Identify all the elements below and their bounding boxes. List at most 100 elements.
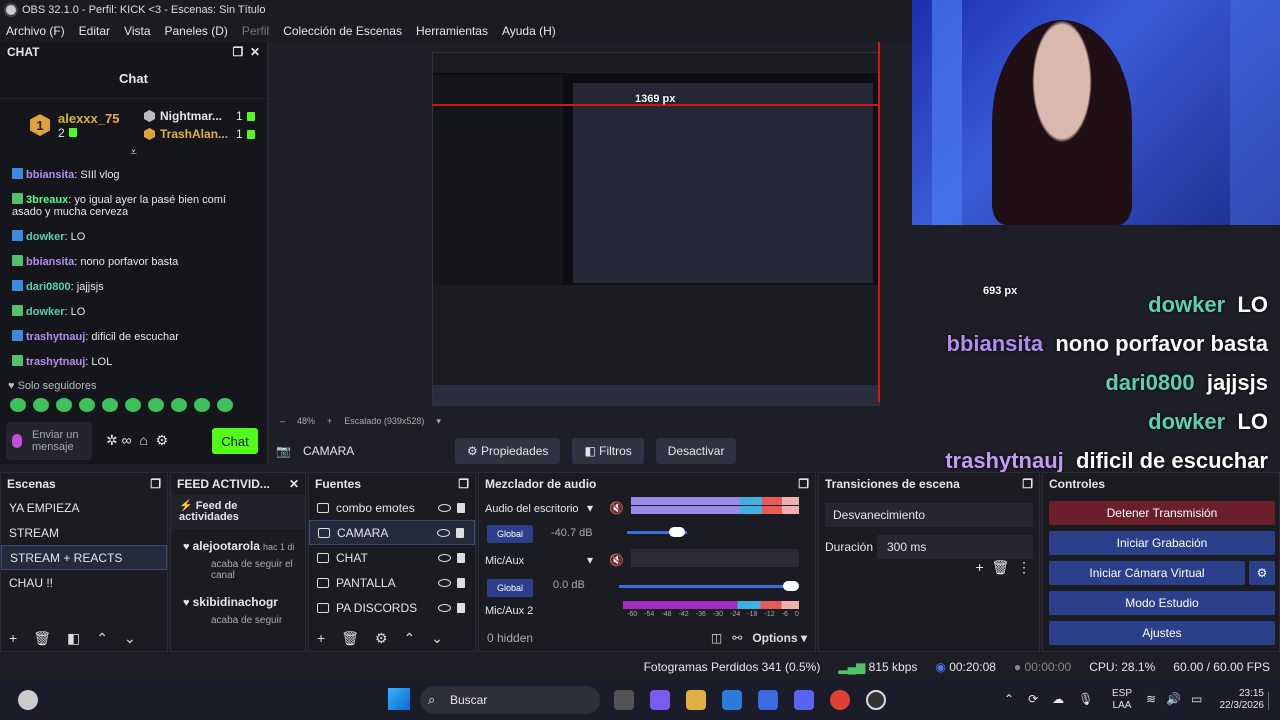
float-icon[interactable]: ❐: [233, 45, 244, 59]
emote-icon[interactable]: [10, 398, 26, 412]
chat-username[interactable]: dowker: [26, 306, 65, 318]
chrome-icon[interactable]: [830, 690, 850, 710]
word-icon[interactable]: [758, 690, 778, 710]
float-icon[interactable]: ❐: [458, 477, 469, 491]
chevron-up-icon[interactable]: ⌃: [1004, 692, 1028, 706]
cloud-icon[interactable]: ☁: [1052, 692, 1078, 706]
virtual-camera-button[interactable]: Iniciar Cámara Virtual: [1049, 561, 1245, 585]
chevron-down-icon[interactable]: ▾: [436, 416, 441, 427]
source-item[interactable]: PANTALLA: [309, 570, 475, 595]
store-icon[interactable]: ⌂: [139, 432, 147, 448]
lock-icon[interactable]: [456, 527, 464, 538]
infinity-icon[interactable]: ∞: [122, 432, 132, 448]
eye-icon[interactable]: [438, 603, 451, 612]
chevron-down-icon[interactable]: ▾: [587, 501, 593, 515]
global-button[interactable]: Global: [487, 579, 534, 597]
chat-username[interactable]: trashytnauj: [26, 356, 85, 368]
discord-icon[interactable]: [794, 690, 814, 710]
language-indicator[interactable]: ESP LAA: [1112, 688, 1132, 712]
chat-username[interactable]: dari0800: [26, 281, 71, 293]
clock[interactable]: 23:15 22/3/2026: [1208, 688, 1265, 712]
settings-button[interactable]: Ajustes: [1049, 621, 1275, 645]
up-icon[interactable]: ⌃: [404, 630, 416, 647]
emote-icon[interactable]: [217, 398, 233, 412]
scene-item[interactable]: CHAU !!: [1, 570, 167, 595]
menu-ayuda[interactable]: Ayuda (H): [502, 24, 556, 38]
emote-icon[interactable]: [79, 398, 95, 412]
chat-input[interactable]: Enviar un mensaje: [6, 422, 92, 460]
float-icon[interactable]: ❐: [150, 477, 161, 491]
add-icon[interactable]: +: [9, 630, 17, 646]
menu-perfil[interactable]: Perfil: [242, 24, 269, 38]
emote-icon[interactable]: [171, 398, 187, 412]
trash-icon[interactable]: 🗑: [33, 630, 51, 647]
leader-name[interactable]: alexxx_75: [58, 111, 119, 126]
folder-icon[interactable]: [686, 690, 706, 710]
zoom-out-button[interactable]: –: [280, 416, 285, 426]
source-item-selected[interactable]: CAMARA: [309, 520, 475, 545]
filter-icon[interactable]: ◧: [67, 630, 80, 647]
add-icon[interactable]: +: [317, 630, 325, 646]
eye-icon[interactable]: [437, 528, 450, 537]
eye-icon[interactable]: [438, 503, 451, 512]
emote-picker-icon[interactable]: ✲: [106, 432, 118, 448]
lock-icon[interactable]: [457, 502, 465, 513]
mic-icon[interactable]: 🎙: [1078, 692, 1107, 706]
menu-vista[interactable]: Vista: [124, 24, 150, 38]
gear-icon[interactable]: ⚙: [375, 630, 388, 647]
volume-slider-handle[interactable]: [783, 581, 799, 591]
chat-username[interactable]: bbiansita: [26, 256, 74, 268]
lock-icon[interactable]: [457, 602, 465, 613]
emote-icon[interactable]: [102, 398, 118, 412]
sync-icon[interactable]: ⟳: [1028, 692, 1052, 706]
mute-icon[interactable]: 🔇: [609, 501, 624, 515]
options-button[interactable]: Options ▾: [752, 631, 807, 645]
windows-start-icon[interactable]: [388, 688, 410, 710]
emote-icon[interactable]: [148, 398, 164, 412]
hidden-count[interactable]: 0 hidden: [487, 631, 533, 645]
eye-icon[interactable]: [438, 553, 451, 562]
task-view-icon[interactable]: [614, 690, 634, 710]
source-item[interactable]: PA DISCORDS: [309, 595, 475, 620]
volume-icon[interactable]: 🔊: [1166, 692, 1191, 706]
wifi-icon[interactable]: ≋: [1146, 692, 1166, 706]
float-icon[interactable]: ❐: [798, 477, 809, 491]
float-icon[interactable]: ❐: [1022, 477, 1033, 491]
mute-icon[interactable]: 🔇: [609, 553, 624, 567]
store-icon[interactable]: [722, 690, 742, 710]
properties-button[interactable]: ⚙ Propiedades: [454, 438, 561, 464]
trash-icon[interactable]: 🗑: [991, 559, 1009, 575]
obs-icon[interactable]: [866, 690, 886, 710]
copilot-icon[interactable]: [650, 690, 670, 710]
stop-stream-button[interactable]: Detener Transmisión: [1049, 501, 1275, 525]
eye-icon[interactable]: [438, 578, 451, 587]
source-item[interactable]: CHAT: [309, 545, 475, 570]
scene-item[interactable]: YA EMPIEZA: [1, 495, 167, 520]
chat-username[interactable]: trashytnauj: [26, 331, 85, 343]
emote-icon[interactable]: [56, 398, 72, 412]
leader-name[interactable]: Nightmar...: [160, 109, 236, 123]
emote-icon[interactable]: [194, 398, 210, 412]
start-recording-button[interactable]: Iniciar Grabación: [1049, 531, 1275, 555]
trash-icon[interactable]: 🗑: [341, 630, 359, 647]
add-icon[interactable]: +: [975, 559, 983, 575]
link-icon[interactable]: ⚯: [732, 631, 742, 645]
emote-icon[interactable]: [125, 398, 141, 412]
deactivate-button[interactable]: Desactivar: [655, 438, 737, 464]
lock-icon[interactable]: [457, 577, 465, 588]
scale-select[interactable]: Escalado (939x528): [344, 416, 424, 426]
close-icon[interactable]: ✕: [250, 45, 260, 59]
menu-editar[interactable]: Editar: [79, 24, 110, 38]
source-item[interactable]: combo emotes: [309, 495, 475, 520]
filters-button[interactable]: ◧ Filtros: [572, 438, 644, 464]
taskbar-search[interactable]: Buscar: [420, 686, 600, 714]
menu-herramientas[interactable]: Herramientas: [416, 24, 488, 38]
gear-icon[interactable]: ⚙: [1249, 561, 1275, 585]
volume-slider[interactable]: [619, 585, 795, 588]
menu-paneles[interactable]: Paneles (D): [165, 24, 228, 38]
chevron-down-icon[interactable]: ▾: [587, 553, 593, 567]
layout-icon[interactable]: ◫: [711, 631, 722, 645]
scene-item-selected[interactable]: STREAM + REACTS: [1, 545, 167, 570]
weather-icon[interactable]: [18, 690, 38, 710]
menu-archivo[interactable]: Archivo (F): [6, 24, 65, 38]
